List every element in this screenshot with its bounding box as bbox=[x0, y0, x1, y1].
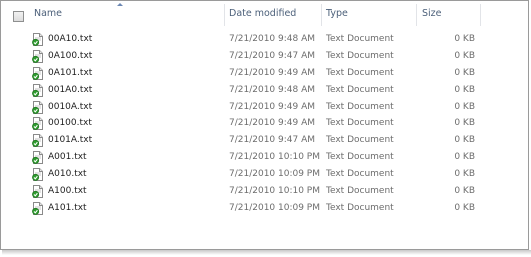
text-file-with-green-check-icon bbox=[32, 49, 43, 63]
column-header-name-label: Name bbox=[34, 8, 63, 19]
file-size: 0 KB bbox=[454, 169, 475, 180]
file-size: 0 KB bbox=[454, 152, 475, 163]
text-file-with-green-check-icon bbox=[32, 100, 43, 114]
file-row[interactable]: 0101A.txt 7/21/2010 9:47 AM Text Documen… bbox=[1, 132, 528, 149]
file-date-modified: 7/21/2010 9:49 AM bbox=[229, 101, 316, 112]
file-type: Text Document bbox=[326, 169, 394, 180]
file-row[interactable]: 00A10.txt 7/21/2010 9:48 AM Text Documen… bbox=[1, 31, 528, 48]
file-name: 00100.txt bbox=[48, 118, 92, 129]
column-header-type[interactable]: Type bbox=[326, 2, 414, 28]
column-header-bar: Name Date modified Type Size bbox=[1, 2, 528, 28]
file-date-modified: 7/21/2010 9:47 AM bbox=[229, 50, 316, 61]
file-name: A001.txt bbox=[48, 152, 87, 163]
file-date-modified: 7/21/2010 9:48 AM bbox=[229, 84, 316, 95]
file-name: 0010A.txt bbox=[48, 101, 93, 112]
file-row[interactable]: 00100.txt 7/21/2010 9:49 AM Text Documen… bbox=[1, 115, 528, 132]
file-date-modified: 7/21/2010 10:10 PM bbox=[229, 186, 320, 197]
file-row[interactable]: 0A101.txt 7/21/2010 9:49 AM Text Documen… bbox=[1, 65, 528, 82]
text-file-with-green-check-icon bbox=[32, 151, 43, 165]
file-date-modified: 7/21/2010 10:10 PM bbox=[229, 152, 320, 163]
text-file-with-green-check-icon bbox=[32, 185, 43, 199]
file-name: 001A0.txt bbox=[48, 84, 93, 95]
file-date-modified: 7/21/2010 9:48 AM bbox=[229, 34, 316, 44]
file-name: A101.txt bbox=[48, 202, 87, 213]
file-type: Text Document bbox=[326, 152, 394, 163]
file-size: 0 KB bbox=[454, 34, 475, 44]
column-header-date-modified[interactable]: Date modified bbox=[229, 2, 319, 28]
file-size: 0 KB bbox=[454, 186, 475, 197]
text-file-with-green-check-icon bbox=[32, 66, 43, 80]
column-header-size-label: Size bbox=[422, 8, 442, 19]
file-name: A010.txt bbox=[48, 169, 87, 180]
file-name: 0101A.txt bbox=[48, 135, 93, 146]
column-header-date-modified-label: Date modified bbox=[229, 8, 297, 19]
column-divider[interactable] bbox=[416, 4, 417, 26]
text-file-with-green-check-icon bbox=[32, 201, 43, 215]
file-type: Text Document bbox=[326, 118, 394, 129]
file-size: 0 KB bbox=[454, 118, 475, 129]
file-size: 0 KB bbox=[454, 202, 475, 213]
file-size: 0 KB bbox=[454, 67, 475, 78]
file-type: Text Document bbox=[326, 34, 394, 44]
file-type: Text Document bbox=[326, 101, 394, 112]
column-divider[interactable] bbox=[224, 4, 225, 26]
file-type: Text Document bbox=[326, 50, 394, 61]
file-date-modified: 7/21/2010 10:09 PM bbox=[229, 202, 320, 213]
file-date-modified: 7/21/2010 10:09 PM bbox=[229, 169, 320, 180]
file-name: 00A10.txt bbox=[48, 34, 93, 44]
file-row[interactable]: A001.txt 7/21/2010 10:10 PM Text Documen… bbox=[1, 149, 528, 166]
column-header-size[interactable]: Size bbox=[422, 2, 478, 28]
file-size: 0 KB bbox=[454, 84, 475, 95]
text-file-with-green-check-icon bbox=[32, 33, 43, 46]
file-row[interactable]: 0A100.txt 7/21/2010 9:47 AM Text Documen… bbox=[1, 48, 528, 65]
text-file-with-green-check-icon bbox=[32, 117, 43, 131]
select-all-checkbox[interactable] bbox=[13, 11, 24, 22]
column-divider[interactable] bbox=[321, 4, 322, 26]
file-type: Text Document bbox=[326, 84, 394, 95]
file-name: 0A101.txt bbox=[48, 67, 93, 78]
window-shadow bbox=[2, 250, 531, 255]
file-size: 0 KB bbox=[454, 101, 475, 112]
file-type: Text Document bbox=[326, 135, 394, 146]
file-size: 0 KB bbox=[454, 50, 475, 61]
column-header-name[interactable]: Name bbox=[34, 2, 222, 28]
column-divider[interactable] bbox=[480, 4, 481, 26]
file-date-modified: 7/21/2010 9:49 AM bbox=[229, 67, 316, 78]
file-row[interactable]: 0010A.txt 7/21/2010 9:49 AM Text Documen… bbox=[1, 99, 528, 116]
column-header-type-label: Type bbox=[326, 8, 348, 19]
file-row[interactable]: A010.txt 7/21/2010 10:09 PM Text Documen… bbox=[1, 166, 528, 183]
file-date-modified: 7/21/2010 9:47 AM bbox=[229, 135, 316, 146]
file-type: Text Document bbox=[326, 186, 394, 197]
text-file-with-green-check-icon bbox=[32, 168, 43, 182]
text-file-with-green-check-icon bbox=[32, 83, 43, 97]
text-file-with-green-check-icon bbox=[32, 134, 43, 148]
file-row[interactable]: 001A0.txt 7/21/2010 9:48 AM Text Documen… bbox=[1, 82, 528, 99]
file-row[interactable]: A100.txt 7/21/2010 10:10 PM Text Documen… bbox=[1, 183, 528, 200]
file-row[interactable]: A101.txt 7/21/2010 10:09 PM Text Documen… bbox=[1, 200, 528, 217]
file-type: Text Document bbox=[326, 202, 394, 213]
file-name: 0A100.txt bbox=[48, 50, 93, 61]
file-name: A100.txt bbox=[48, 186, 87, 197]
file-list-window: Name Date modified Type Size 00A10.txt 7… bbox=[0, 0, 529, 250]
file-date-modified: 7/21/2010 9:49 AM bbox=[229, 118, 316, 129]
file-type: Text Document bbox=[326, 67, 394, 78]
file-size: 0 KB bbox=[454, 135, 475, 146]
file-list: 00A10.txt 7/21/2010 9:48 AM Text Documen… bbox=[1, 31, 528, 217]
